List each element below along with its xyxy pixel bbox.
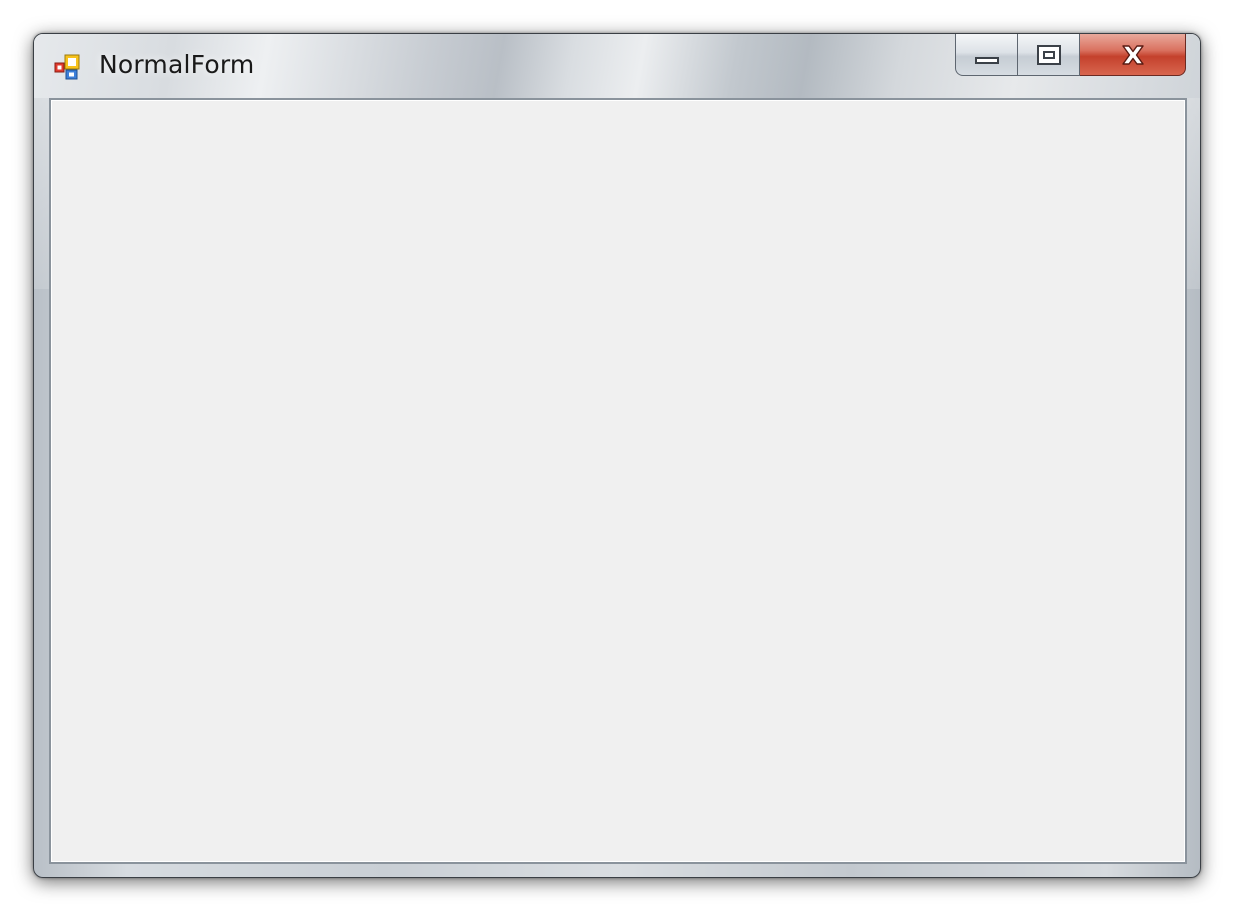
close-button[interactable] bbox=[1080, 34, 1186, 76]
maximize-icon bbox=[1036, 44, 1061, 65]
caption-buttons bbox=[955, 34, 1186, 76]
window-title: NormalForm bbox=[99, 50, 255, 79]
app-icon[interactable] bbox=[54, 53, 82, 81]
maximize-button[interactable] bbox=[1018, 34, 1080, 76]
title-bar[interactable]: NormalForm bbox=[34, 34, 1200, 98]
app-window: NormalForm bbox=[33, 33, 1201, 878]
minimize-button[interactable] bbox=[955, 34, 1018, 76]
maximize-icon-inner bbox=[1042, 50, 1055, 59]
form-client-area[interactable] bbox=[49, 98, 1187, 864]
close-icon bbox=[1121, 44, 1144, 65]
minimize-icon bbox=[974, 57, 999, 64]
